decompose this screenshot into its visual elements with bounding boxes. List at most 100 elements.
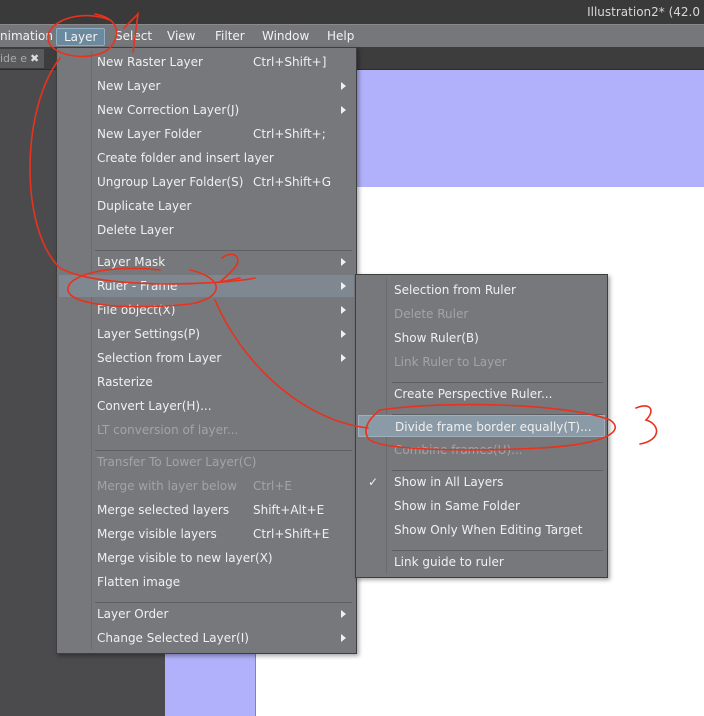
- menu-item-label: Show in Same Folder: [394, 499, 520, 513]
- menu-item-layer-mask[interactable]: Layer Mask: [59, 251, 354, 273]
- menu-item-delete-ruler: Delete Ruler: [358, 303, 605, 325]
- submenu-arrow-icon: [341, 282, 346, 290]
- menu-item-rasterize[interactable]: Rasterize: [59, 371, 354, 393]
- menu-item-selection-from-layer[interactable]: Selection from Layer: [59, 347, 354, 369]
- menu-item-create-folder-and-insert-layer[interactable]: Create folder and insert layer: [59, 147, 354, 169]
- menu-item-duplicate-layer[interactable]: Duplicate Layer: [59, 195, 354, 217]
- menu-bar: nimation Layer Select View Filter Window Help: [0, 24, 704, 47]
- menu-item-label: Merge with layer below: [97, 479, 237, 493]
- menu-help[interactable]: Help: [320, 28, 361, 46]
- menu-item-new-layer[interactable]: New Layer: [59, 75, 354, 97]
- menu-item-label: Show in All Layers: [394, 475, 504, 489]
- menu-item-convert-layer-h[interactable]: Convert Layer(H)...: [59, 395, 354, 417]
- menu-item-label: Create folder and insert layer: [97, 151, 274, 165]
- menu-item-delete-layer[interactable]: Delete Layer: [59, 219, 354, 241]
- menu-item-label: Change Selected Layer(I): [97, 631, 249, 645]
- menu-item-label: Link guide to ruler: [394, 555, 504, 569]
- submenu-arrow-icon: [341, 106, 346, 114]
- menu-item-label: Convert Layer(H)...: [97, 399, 212, 413]
- menu-item-ungroup-layer-folder-s[interactable]: Ungroup Layer Folder(S) Ctrl+Shift+G: [59, 171, 354, 193]
- menu-item-link-guide-to-ruler[interactable]: Link guide to ruler: [358, 551, 605, 573]
- menu-item-label: New Layer Folder: [97, 127, 202, 141]
- menu-item-shortcut: Ctrl+Shift+G: [253, 175, 332, 189]
- menu-item-divide-frame-border-equally-t[interactable]: Divide frame border equally(T)...: [358, 415, 605, 437]
- menu-item-lt-conversion-of-layer: LT conversion of layer...: [59, 419, 354, 441]
- menu-item-ruler-frame[interactable]: Ruler - Frame: [59, 275, 354, 297]
- menu-item-label: Merge selected layers: [97, 503, 230, 517]
- menu-layer[interactable]: Layer: [56, 28, 106, 46]
- menu-item-create-perspective-ruler[interactable]: Create Perspective Ruler...: [358, 383, 605, 405]
- ruler-frame-submenu: Selection from Ruler Delete Ruler Show Rul…: [355, 274, 608, 578]
- menu-item-label: Show Ruler(B): [394, 331, 479, 345]
- title-bar: Illustration2* (42.0: [0, 0, 704, 24]
- menu-item-new-raster-layer[interactable]: New Raster Layer Ctrl+Shift+]: [59, 51, 354, 73]
- menu-item-new-correction-layer-j[interactable]: New Correction Layer(J): [59, 99, 354, 121]
- menu-item-label: Merge visible layers: [97, 527, 217, 541]
- menu-item-label: Layer Mask: [97, 255, 166, 269]
- menu-item-label: New Layer: [97, 79, 161, 93]
- menu-item-label: Transfer To Lower Layer(C): [97, 455, 257, 469]
- menu-item-change-selected-layer-i[interactable]: Change Selected Layer(I): [59, 627, 354, 649]
- layer-menu: New Raster Layer Ctrl+Shift+] New Layer New…: [56, 47, 357, 654]
- menu-item-label: Combine frames(U)...: [394, 443, 523, 457]
- menu-item-label: Create Perspective Ruler...: [394, 387, 553, 401]
- menu-item-label: Divide frame border equally(T)...: [395, 420, 592, 434]
- submenu-arrow-icon: [341, 634, 346, 642]
- menu-item-show-in-all-layers[interactable]: ✓ Show in All Layers: [358, 471, 605, 493]
- menu-item-label: Ungroup Layer Folder(S): [97, 175, 244, 189]
- menu-item-link-ruler-to-layer: Link Ruler to Layer: [358, 351, 605, 373]
- submenu-arrow-icon: [341, 330, 346, 338]
- menu-item-label: Delete Layer: [97, 223, 174, 237]
- menu-filter[interactable]: Filter: [208, 28, 252, 46]
- menu-item-label: LT conversion of layer...: [97, 423, 239, 437]
- submenu-arrow-icon: [341, 258, 346, 266]
- menu-item-transfer-to-lower-layer-c: Transfer To Lower Layer(C): [59, 451, 354, 473]
- window-title: Illustration2* (42.0: [587, 5, 700, 19]
- menu-item-shortcut: Ctrl+Shift+]: [253, 55, 327, 69]
- menu-item-layer-order[interactable]: Layer Order: [59, 603, 354, 625]
- document-tab[interactable]: ide e ✖: [0, 49, 44, 68]
- menu-item-shortcut: Ctrl+Shift+E: [253, 527, 330, 541]
- menu-item-label: Selection from Ruler: [394, 283, 516, 297]
- submenu-arrow-icon: [341, 354, 346, 362]
- menu-item-merge-selected-layers[interactable]: Merge selected layers Shift+Alt+E: [59, 499, 354, 521]
- menu-item-label: Rasterize: [97, 375, 153, 389]
- submenu-arrow-icon: [341, 610, 346, 618]
- menu-item-file-object-x[interactable]: File object(X): [59, 299, 354, 321]
- menu-item-show-ruler-b[interactable]: Show Ruler(B): [358, 327, 605, 349]
- menu-item-label: Link Ruler to Layer: [394, 355, 507, 369]
- menu-item-shortcut: Ctrl+Shift+;: [253, 127, 326, 141]
- menu-view[interactable]: View: [160, 28, 202, 46]
- menu-item-merge-visible-layers[interactable]: Merge visible layers Ctrl+Shift+E: [59, 523, 354, 545]
- menu-item-combine-frames-u: Combine frames(U)...: [358, 439, 605, 461]
- checkmark-icon: ✓: [368, 475, 379, 489]
- menu-item-label: Selection from Layer: [97, 351, 222, 365]
- menu-item-label: Ruler - Frame: [97, 279, 178, 293]
- menu-item-shortcut: Shift+Alt+E: [253, 503, 325, 517]
- close-icon[interactable]: ✖: [30, 49, 39, 68]
- menu-item-label: Delete Ruler: [394, 307, 469, 321]
- menu-window[interactable]: Window: [255, 28, 316, 46]
- submenu-arrow-icon: [341, 306, 346, 314]
- menu-item-merge-with-layer-below: Merge with layer below Ctrl+E: [59, 475, 354, 497]
- menu-item-label: Show Only When Editing Target: [394, 523, 583, 537]
- menu-item-label: Layer Settings(P): [97, 327, 201, 341]
- menu-item-merge-visible-to-new-layer-x[interactable]: Merge visible to new layer(X): [59, 547, 354, 569]
- menu-item-shortcut: Ctrl+E: [253, 479, 292, 493]
- menu-item-layer-settings-p[interactable]: Layer Settings(P): [59, 323, 354, 345]
- menu-item-flatten-image[interactable]: Flatten image: [59, 571, 354, 593]
- menu-item-label: Merge visible to new layer(X): [97, 551, 273, 565]
- submenu-arrow-icon: [341, 82, 346, 90]
- menu-item-show-only-when-editing-target[interactable]: Show Only When Editing Target: [358, 519, 605, 541]
- menu-item-label: Flatten image: [97, 575, 181, 589]
- menu-select[interactable]: Select: [108, 28, 159, 46]
- menu-item-new-layer-folder[interactable]: New Layer Folder Ctrl+Shift+;: [59, 123, 354, 145]
- tab-label: ide e: [0, 52, 28, 65]
- menu-item-label: New Correction Layer(J): [97, 103, 240, 117]
- menu-item-selection-from-ruler[interactable]: Selection from Ruler: [358, 279, 605, 301]
- menu-nimation[interactable]: nimation: [0, 28, 60, 46]
- menu-item-label: File object(X): [97, 303, 176, 317]
- menu-item-label: Layer Order: [97, 607, 169, 621]
- menu-item-show-in-same-folder[interactable]: Show in Same Folder: [358, 495, 605, 517]
- menu-item-label: New Raster Layer: [97, 55, 203, 69]
